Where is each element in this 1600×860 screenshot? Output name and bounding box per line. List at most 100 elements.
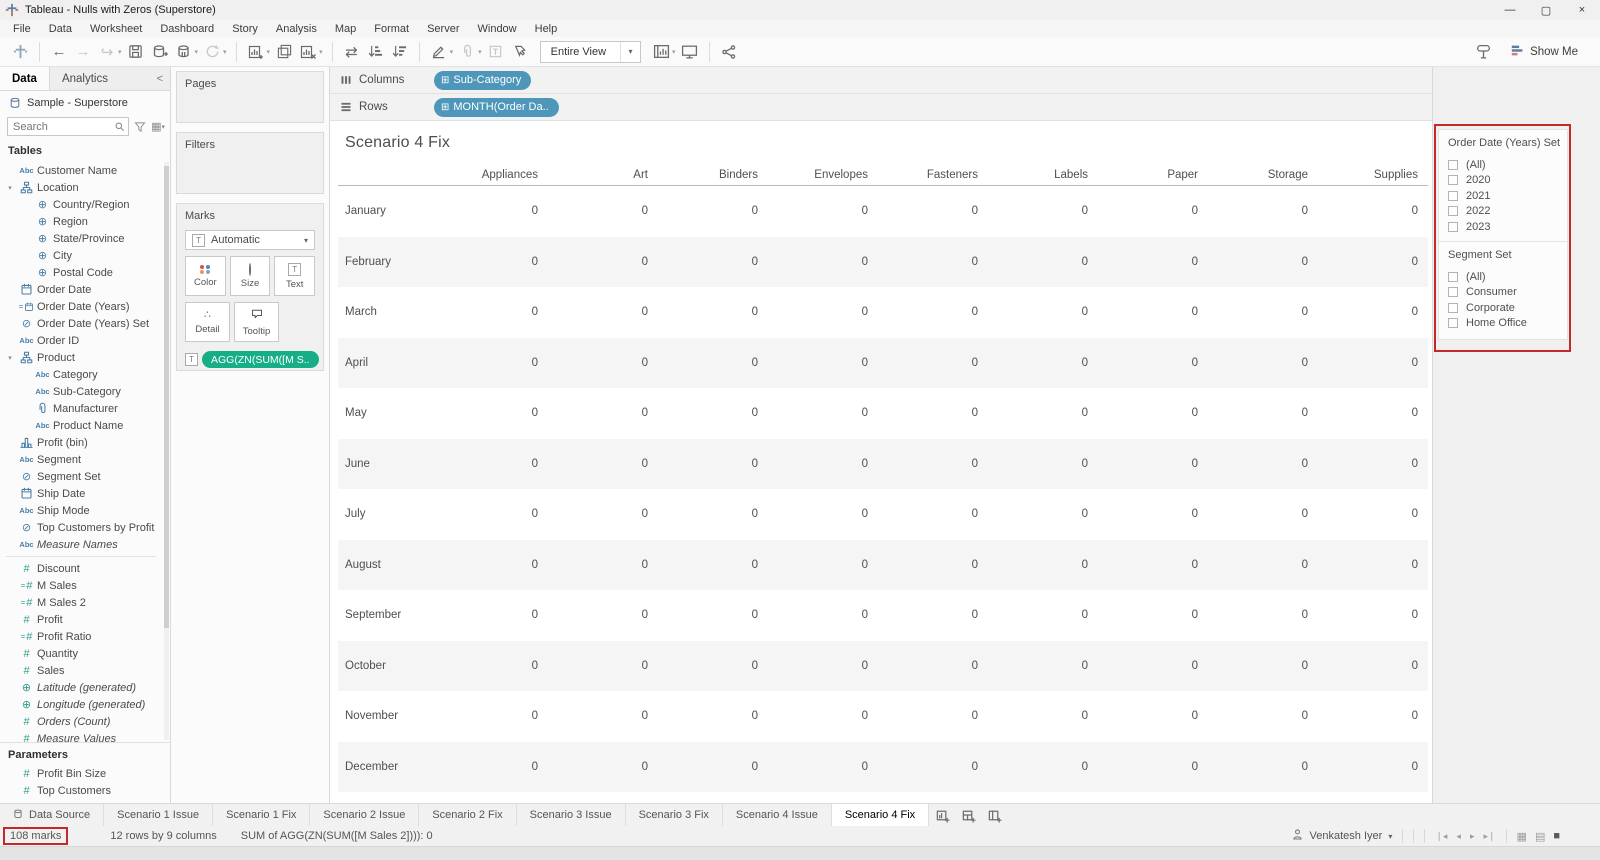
last-sheet-icon[interactable]: ▸❘ [1483, 831, 1495, 842]
mark-cell[interactable]: 0 [658, 407, 768, 419]
mark-cell[interactable]: 0 [768, 609, 878, 621]
mark-cell[interactable]: 0 [438, 256, 548, 268]
mark-type-dropdown[interactable]: T Automatic ▾ [185, 230, 315, 250]
mark-cell[interactable]: 0 [988, 761, 1098, 773]
mark-cell[interactable]: 0 [878, 508, 988, 520]
pages-shelf[interactable]: Pages [176, 71, 324, 123]
first-sheet-icon[interactable]: ❘◂ [1435, 831, 1447, 842]
checkbox-unchecked[interactable] [1448, 206, 1458, 217]
mark-cell[interactable]: 0 [878, 458, 988, 470]
mark-cell[interactable]: 0 [1098, 761, 1208, 773]
column-header-envelopes[interactable]: Envelopes [768, 165, 878, 185]
collapse-pane-icon[interactable]: < [150, 67, 170, 90]
mark-cell[interactable]: 0 [1098, 205, 1208, 217]
field-profit-bin[interactable]: Profit (bin) [0, 434, 162, 451]
menu-file[interactable]: File [4, 23, 40, 35]
set-option-2023[interactable]: 2023 [1448, 219, 1558, 235]
field-product[interactable]: ▾ Product [0, 349, 162, 366]
tab-scenario-4-issue[interactable]: Scenario 4 Issue [723, 804, 832, 826]
field-country-region[interactable]: ⊕ Country/Region [0, 196, 162, 213]
mark-cell[interactable]: 0 [1208, 205, 1318, 217]
refresh-button[interactable] [200, 40, 224, 64]
mark-cell[interactable]: 0 [438, 357, 548, 369]
color-button[interactable]: Color [185, 256, 226, 296]
scrollbar-thumb[interactable] [164, 166, 169, 629]
field-city[interactable]: ⊕ City [0, 247, 162, 264]
new-data-source-button[interactable] [148, 40, 172, 64]
mark-cell[interactable]: 0 [548, 205, 658, 217]
checkbox-unchecked[interactable] [1448, 318, 1458, 329]
rows-shelf[interactable]: Rows ⊞ MONTH(Order Da.. [330, 94, 1432, 121]
mark-cell[interactable]: 0 [548, 660, 658, 672]
field-sales[interactable]: # Sales [0, 662, 162, 679]
mark-cell[interactable]: 0 [658, 306, 768, 318]
mark-cell[interactable]: 0 [1208, 609, 1318, 621]
menu-server[interactable]: Server [418, 23, 468, 35]
mark-cell[interactable]: 0 [438, 458, 548, 470]
row-header-february[interactable]: February [338, 256, 438, 268]
mark-cell[interactable]: 0 [438, 407, 548, 419]
field-orders-count[interactable]: # Orders (Count) [0, 713, 162, 730]
tab-analytics[interactable]: Analytics [50, 67, 120, 90]
mark-cell[interactable]: 0 [768, 407, 878, 419]
mark-cell[interactable]: 0 [988, 660, 1098, 672]
field-location[interactable]: ▾ Location [0, 179, 162, 196]
mark-cell[interactable]: 0 [1098, 660, 1208, 672]
mark-cell[interactable]: 0 [1208, 660, 1318, 672]
mark-cell[interactable]: 0 [1318, 357, 1428, 369]
tab-scenario-4-fix[interactable]: Scenario 4 Fix [831, 804, 930, 826]
mark-cell[interactable]: 0 [658, 508, 768, 520]
view-options-icon[interactable]: ▦ ▾ [151, 120, 165, 133]
mark-cell[interactable]: 0 [1318, 710, 1428, 722]
tab-scenario-1-fix[interactable]: Scenario 1 Fix [213, 804, 311, 826]
field-customer-name[interactable]: Abc Customer Name [0, 162, 162, 179]
mark-cell[interactable]: 0 [1318, 458, 1428, 470]
show-tabs-icon[interactable]: ■ [1553, 830, 1560, 843]
field-order-date-years[interactable]: = Order Date (Years) [0, 298, 162, 315]
row-header-november[interactable]: November [338, 710, 438, 722]
pause-updates-button[interactable] [172, 40, 196, 64]
columns-shelf[interactable]: Columns ⊞ Sub-Category [330, 67, 1432, 94]
mark-cell[interactable]: 0 [768, 458, 878, 470]
menu-format[interactable]: Format [365, 23, 418, 35]
mark-cell[interactable]: 0 [1098, 458, 1208, 470]
mark-cell[interactable]: 0 [768, 256, 878, 268]
tab-scenario-2-fix[interactable]: Scenario 2 Fix [419, 804, 517, 826]
group-members-button[interactable] [455, 40, 479, 64]
duplicate-button[interactable] [272, 40, 296, 64]
field-region[interactable]: ⊕ Region [0, 213, 162, 230]
checkbox-unchecked[interactable] [1448, 271, 1458, 282]
mark-cell[interactable]: 0 [548, 761, 658, 773]
datasource-item[interactable]: Sample - Superstore [0, 91, 170, 114]
scrollbar[interactable] [164, 162, 169, 740]
mark-cell[interactable]: 0 [438, 660, 548, 672]
checkbox-unchecked[interactable] [1448, 287, 1458, 298]
menu-window[interactable]: Window [469, 23, 526, 35]
mark-cell[interactable]: 0 [988, 508, 1098, 520]
mark-cell[interactable]: 0 [658, 559, 768, 571]
field-top-customers[interactable]: # Top Customers [0, 782, 170, 799]
mark-cell[interactable]: 0 [438, 559, 548, 571]
mark-cell[interactable]: 0 [1208, 559, 1318, 571]
mark-cell[interactable]: 0 [1098, 710, 1208, 722]
checkbox-unchecked[interactable] [1448, 302, 1458, 313]
minimize-button[interactable]: — [1492, 0, 1528, 20]
fix-axes-button[interactable] [508, 40, 532, 64]
set-option-all[interactable]: (All) [1448, 157, 1558, 173]
mark-cell[interactable]: 0 [548, 559, 658, 571]
field-profit[interactable]: # Profit [0, 611, 162, 628]
mark-cell[interactable]: 0 [988, 205, 1098, 217]
rows-pill[interactable]: ⊞ MONTH(Order Da.. [434, 97, 559, 117]
column-header-art[interactable]: Art [548, 165, 658, 185]
undo-button[interactable]: ← [47, 40, 71, 64]
column-header-labels[interactable]: Labels [988, 165, 1098, 185]
mark-cell[interactable]: 0 [1208, 256, 1318, 268]
field-postal-code[interactable]: ⊕ Postal Code [0, 264, 162, 281]
checkbox-unchecked[interactable] [1448, 159, 1458, 170]
clear-sheet-button[interactable] [296, 40, 320, 64]
set-option-all[interactable]: (All) [1448, 269, 1558, 285]
mark-cell[interactable]: 0 [438, 306, 548, 318]
row-header-december[interactable]: December [338, 761, 438, 773]
mark-cell[interactable]: 0 [768, 761, 878, 773]
text-button[interactable]: T Text [274, 256, 316, 296]
